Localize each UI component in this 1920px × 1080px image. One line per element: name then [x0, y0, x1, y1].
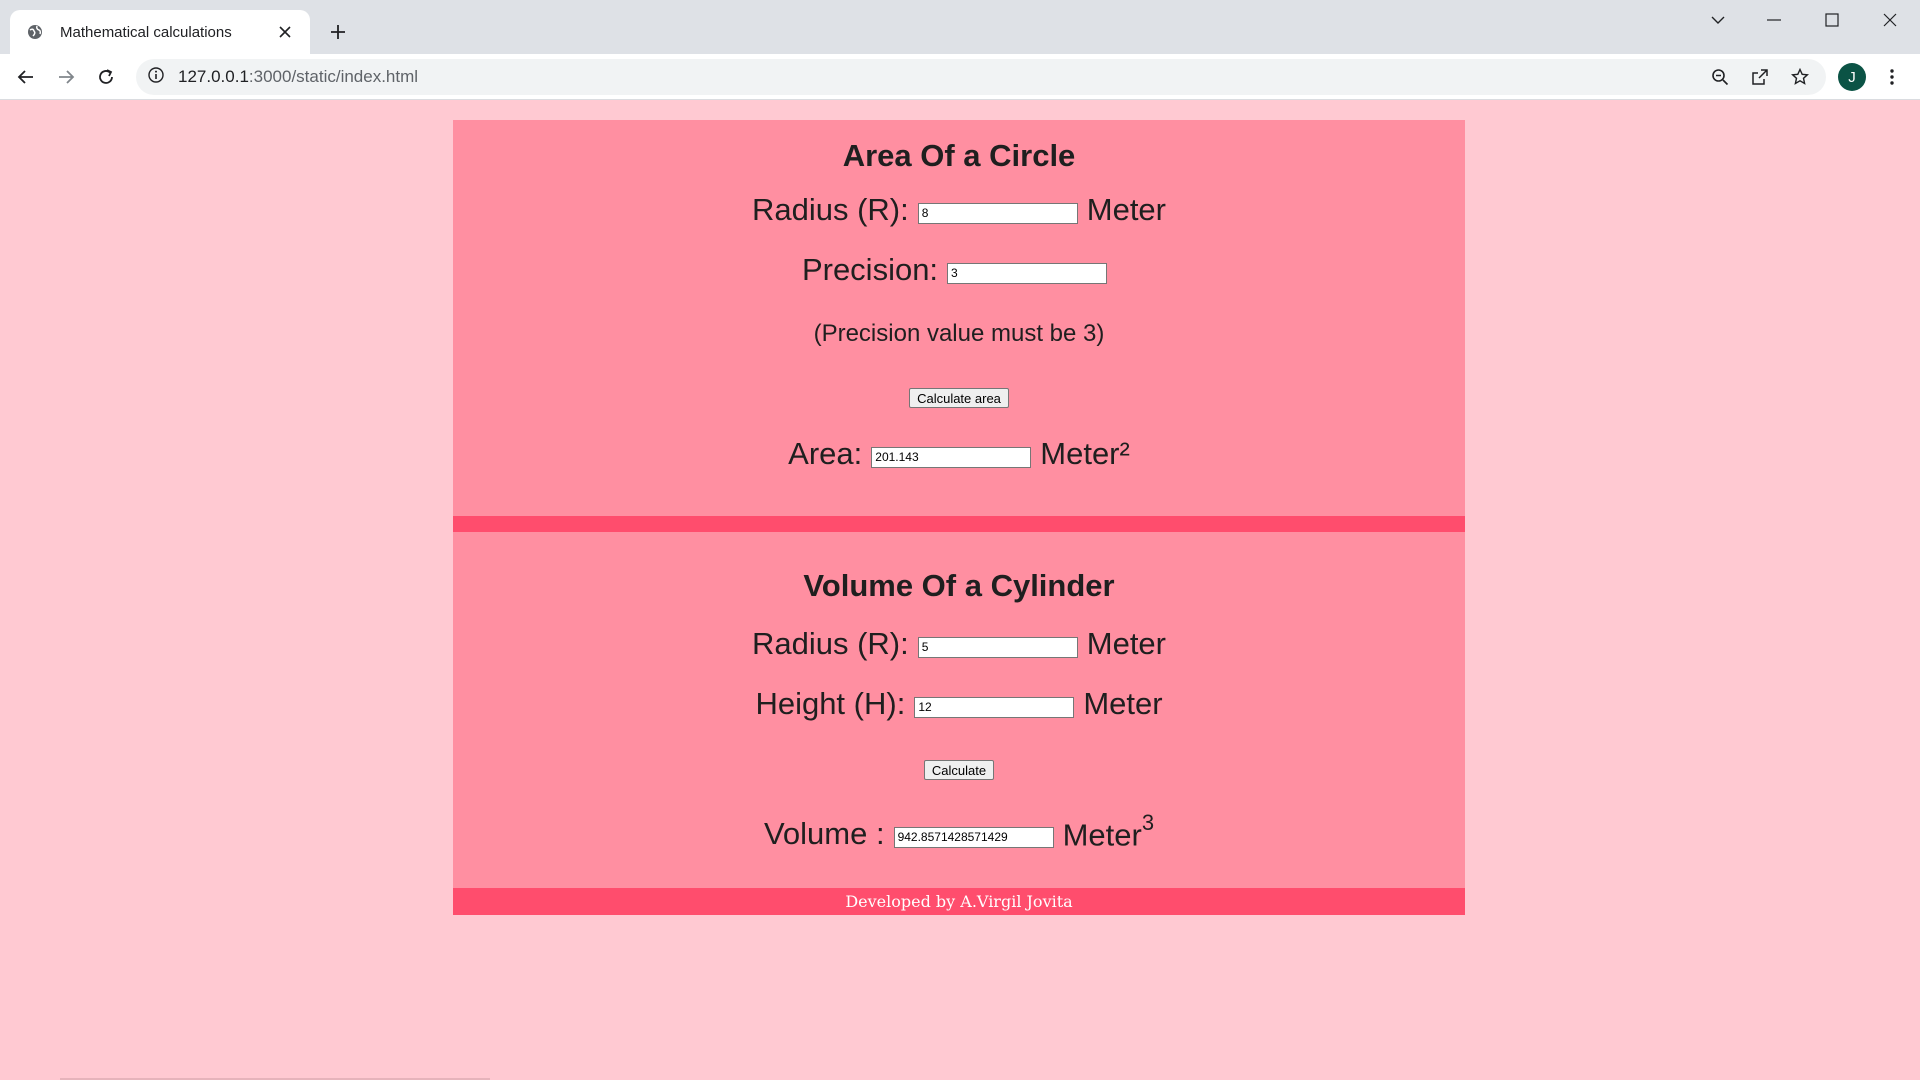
info-icon[interactable] [148, 66, 164, 88]
volume-unit: Meter3 [1062, 810, 1155, 853]
calculate-area-button[interactable]: Calculate area [909, 388, 1009, 408]
close-tab-icon[interactable] [274, 21, 296, 43]
volume-unit-text: Meter [1062, 817, 1142, 853]
volume-label: Volume : [763, 816, 885, 851]
new-tab-button[interactable] [324, 18, 352, 46]
circle-title: Area Of a Circle [842, 138, 1076, 173]
circle-radius-input[interactable] [917, 202, 1078, 224]
circle-radius-unit: Meter [1086, 192, 1166, 227]
precision-label: Precision: [801, 252, 939, 287]
circle-radius-label: Radius (R): [751, 192, 909, 227]
tab-search-icon[interactable] [1690, 0, 1746, 40]
tab-title: Mathematical calculations [60, 23, 232, 41]
cylinder-height-input[interactable] [914, 696, 1075, 718]
cylinder-volume-section: Volume Of a Cylinder Radius (R): Meter H… [453, 532, 1465, 888]
bookmark-star-icon[interactable] [1786, 63, 1814, 91]
volume-result-field[interactable] [893, 826, 1054, 848]
cylinder-height-label: Height (H): [755, 686, 906, 721]
area-unit: Meter² [1040, 436, 1130, 471]
precision-note: (Precision value must be 3) [813, 320, 1105, 347]
globe-icon [26, 23, 44, 41]
browser-tab[interactable]: Mathematical calculations [10, 10, 310, 54]
section-divider [453, 516, 1465, 532]
footer-credit: Developed by A.Virgil Jovita [845, 892, 1073, 911]
cylinder-title: Volume Of a Cylinder [803, 568, 1115, 603]
footer: Developed by A.Virgil Jovita [453, 888, 1465, 915]
cylinder-radius-label: Radius (R): [751, 626, 909, 661]
menu-kebab-icon[interactable] [1878, 63, 1906, 91]
precision-input[interactable] [947, 262, 1108, 284]
url-path: :3000/static/index.html [248, 67, 419, 86]
cylinder-radius-unit: Meter [1086, 626, 1166, 661]
page-viewport: Area Of a Circle Radius (R): Meter Preci… [0, 100, 1920, 1080]
zoom-icon[interactable] [1706, 63, 1734, 91]
maximize-icon[interactable] [1804, 0, 1860, 40]
share-icon[interactable] [1746, 63, 1774, 91]
calculate-volume-button[interactable]: Calculate [923, 760, 995, 780]
volume-unit-exponent: 3 [1141, 810, 1155, 836]
back-arrow-icon[interactable] [10, 61, 42, 93]
address-bar[interactable]: 127.0.0.1:3000/static/index.html [136, 59, 1826, 95]
minimize-icon[interactable] [1746, 0, 1802, 40]
cylinder-radius-input[interactable] [917, 636, 1078, 658]
url-host: 127.0.0.1 [178, 67, 249, 86]
reload-icon[interactable] [90, 61, 122, 93]
forward-arrow-icon[interactable] [50, 61, 82, 93]
area-label: Area: [788, 436, 863, 471]
tab-strip: Mathematical calculations [0, 0, 1920, 54]
circle-area-section: Area Of a Circle Radius (R): Meter Preci… [453, 120, 1465, 516]
cylinder-height-unit: Meter [1083, 686, 1163, 721]
url-text: 127.0.0.1:3000/static/index.html [178, 67, 418, 87]
profile-avatar[interactable]: J [1838, 63, 1866, 91]
area-result-field[interactable] [871, 446, 1032, 468]
close-window-icon[interactable] [1862, 0, 1918, 40]
browser-toolbar: 127.0.0.1:3000/static/index.html J [0, 54, 1920, 100]
